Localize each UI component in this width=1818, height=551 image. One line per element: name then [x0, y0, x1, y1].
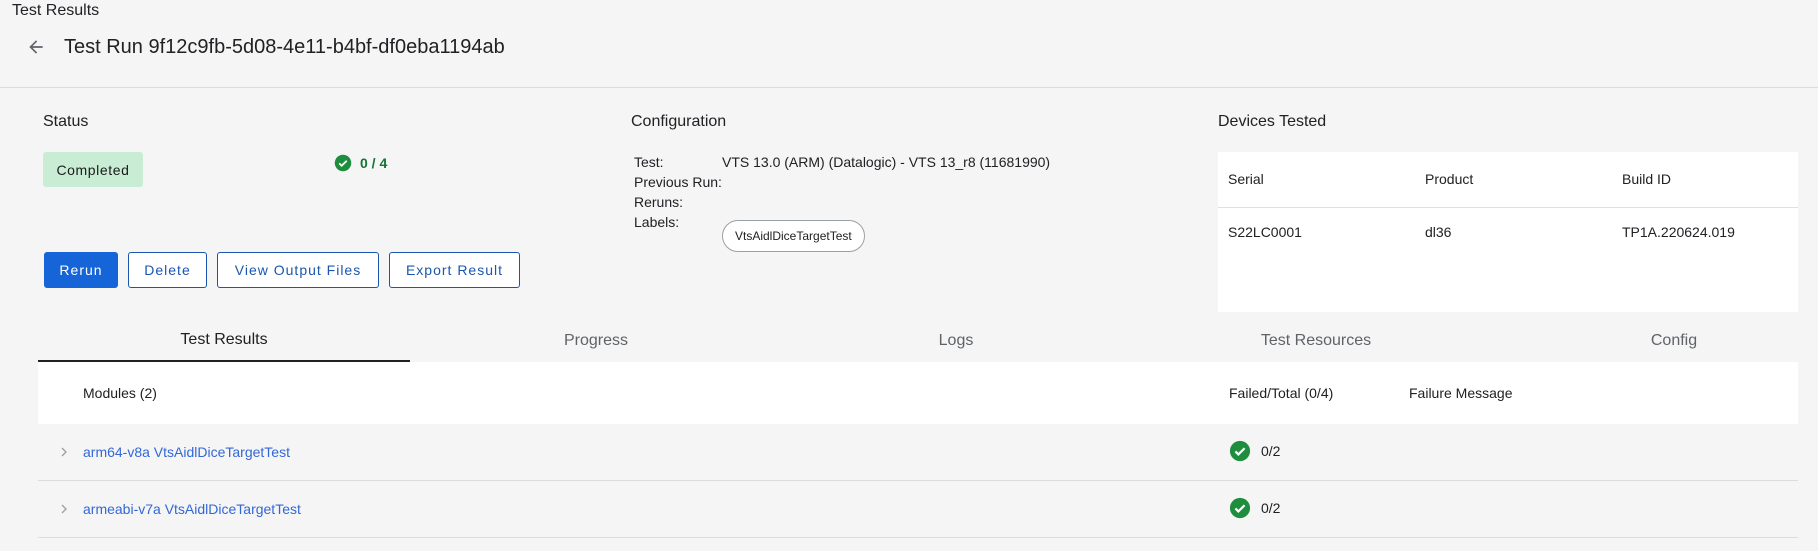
page-header: Test Results Test Run 9f12c9fb-5d08-4e11… — [0, 0, 1818, 88]
module-result: 0/2 — [1229, 497, 1280, 519]
chevron-right-icon[interactable] — [56, 444, 72, 460]
configuration-heading: Configuration — [631, 113, 727, 130]
tab-config[interactable]: Config — [1488, 320, 1818, 362]
check-circle-icon — [334, 154, 352, 172]
previous-run-key: Previous Run: — [634, 174, 722, 190]
module-result: 0/2 — [1229, 440, 1280, 462]
device-product: dl36 — [1425, 224, 1452, 240]
modules-header: Modules (2) — [83, 385, 157, 401]
column-header-build-id: Build ID — [1622, 171, 1672, 187]
table-row[interactable]: armeabi-v7a VtsAidlDiceTargetTest 0/2 — [38, 481, 1798, 538]
tab-logs[interactable]: Logs — [770, 320, 1142, 362]
label-chip: VtsAidlDiceTargetTest — [722, 220, 865, 252]
tab-test-results[interactable]: Test Results — [38, 320, 410, 362]
column-header-product: Product — [1425, 171, 1474, 187]
rerun-button[interactable]: Rerun — [44, 252, 118, 288]
test-key: Test: — [634, 154, 664, 170]
device-build-id: TP1A.220624.019 — [1622, 224, 1735, 240]
failed-total-header: Failed/Total (0/4) — [1229, 385, 1334, 401]
module-result-text: 0/2 — [1261, 500, 1281, 516]
labels-key: Labels: — [634, 214, 680, 230]
export-result-button[interactable]: Export Result — [389, 252, 520, 288]
devices-heading: Devices Tested — [1218, 113, 1327, 130]
table-row[interactable]: arm64-v8a VtsAidlDiceTargetTest 0/2 — [38, 424, 1798, 481]
module-result-text: 0/2 — [1261, 443, 1281, 459]
failure-message-header: Failure Message — [1409, 385, 1513, 401]
column-header-serial: Serial — [1228, 171, 1264, 187]
status-badge: Completed — [43, 152, 143, 187]
divider — [1218, 207, 1798, 208]
tab-progress[interactable]: Progress — [410, 320, 782, 362]
devices-table: Serial Product Build ID S22LC0001 dl36 T… — [1218, 152, 1798, 312]
check-circle-icon — [1229, 497, 1251, 519]
check-circle-icon — [1229, 440, 1251, 462]
reruns-key: Reruns: — [634, 194, 684, 210]
results-header: Modules (2) Failed/Total (0/4) Failure M… — [38, 362, 1798, 424]
test-value: VTS 13.0 (ARM) (Datalogic) - VTS 13_r8 (… — [722, 154, 1051, 170]
module-link[interactable]: arm64-v8a VtsAidlDiceTargetTest — [83, 444, 290, 460]
view-output-files-button[interactable]: View Output Files — [217, 252, 379, 288]
results-table: Modules (2) Failed/Total (0/4) Failure M… — [38, 362, 1798, 551]
tab-test-resources[interactable]: Test Resources — [1130, 320, 1502, 362]
back-button[interactable] — [22, 33, 50, 61]
arrow-back-icon — [29, 40, 43, 54]
tab-bar: Test Results Progress Logs Test Resource… — [38, 320, 1798, 362]
device-serial: S22LC0001 — [1228, 224, 1302, 240]
page-title: Test Run 9f12c9fb-5d08-4e11-b4bf-df0eba1… — [64, 36, 505, 58]
module-link[interactable]: armeabi-v7a VtsAidlDiceTargetTest — [83, 501, 301, 517]
app-title: Test Results — [12, 2, 100, 19]
status-heading: Status — [43, 113, 89, 130]
chevron-right-icon[interactable] — [56, 501, 72, 517]
pass-count: 0 / 4 — [334, 154, 387, 172]
pass-count-text: 0 / 4 — [360, 155, 388, 171]
delete-button[interactable]: Delete — [128, 252, 207, 288]
